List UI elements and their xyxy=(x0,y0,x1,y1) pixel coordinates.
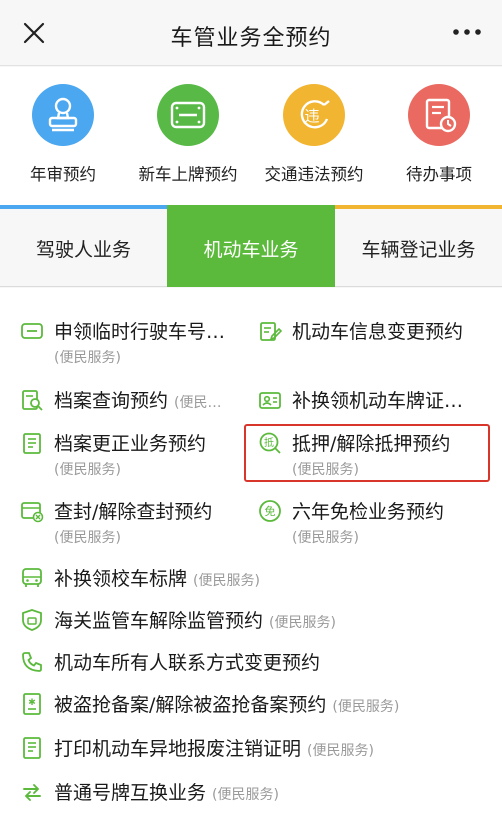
service-label: 档案查询预约 (便民… xyxy=(54,386,221,413)
exempt-icon-glyph: 免 xyxy=(265,504,276,518)
service-label: 机动车信息变更预约 xyxy=(292,321,464,343)
service-label-text: 海关监管车解除监管预约 xyxy=(54,610,264,632)
service-label: 普通号牌互换业务 (便民服务) xyxy=(54,778,279,805)
service-tag: (便民… xyxy=(174,395,222,411)
page-title: 车管业务全预约 xyxy=(170,26,332,51)
tab-vehicle-business[interactable]: 机动车业务 xyxy=(167,205,335,287)
service-tag: (便民服务) xyxy=(307,743,374,759)
service-school-bus-sign[interactable]: 补换领校车标牌 (便民服务) xyxy=(20,564,490,594)
service-sub: (便民服务) xyxy=(54,350,121,366)
quick-service-annual-inspection[interactable]: 年审预约 xyxy=(0,67,126,205)
service-label: 补换领机动车牌证… xyxy=(292,390,464,412)
edit-document-icon xyxy=(258,319,283,343)
print-document-icon xyxy=(20,736,44,760)
tab-driver-business[interactable]: 驾驶人业务 xyxy=(0,205,167,287)
theft-record-icon: ✱ xyxy=(20,692,44,716)
service-label: 打印机动车异地报废注销证明 (便民服务) xyxy=(54,734,374,761)
business-tabs: 驾驶人业务 机动车业务 车辆登记业务 xyxy=(0,205,502,287)
service-label-text: 打印机动车异地报废注销证明 xyxy=(54,738,302,760)
service-sub: (便民服务) xyxy=(292,530,359,546)
tab-stripe xyxy=(0,205,167,209)
service-archive-correction[interactable]: 档案更正业务预约 (便民服务) xyxy=(20,429,246,481)
quick-service-label: 新车上牌预约 xyxy=(138,165,238,184)
quick-service-label: 交通违法预约 xyxy=(264,165,364,184)
service-label: 补换领校车标牌 (便民服务) xyxy=(54,564,260,591)
id-card-icon xyxy=(258,388,282,412)
todo-document-icon xyxy=(408,84,470,146)
tab-label: 机动车业务 xyxy=(203,239,299,261)
service-customs-release[interactable]: 海关监管车解除监管预约 (便民服务) xyxy=(20,606,490,636)
tab-stripe xyxy=(335,205,502,209)
tab-label: 驾驶人业务 xyxy=(35,239,131,261)
service-plate-swap[interactable]: 普通号牌互换业务 (便民服务) xyxy=(20,778,490,808)
quick-service-todo[interactable]: 待办事项 xyxy=(376,67,502,205)
school-bus-icon xyxy=(20,566,44,590)
service-sub: (便民服务) xyxy=(54,530,121,546)
service-tag: (便民服务) xyxy=(332,699,400,715)
service-label-text: 被盗抢备案/解除被盗抢备案预约 xyxy=(54,694,327,716)
quick-service-new-plate[interactable]: 新车上牌预约 xyxy=(125,67,251,205)
service-seizure[interactable]: 查封/解除查封预约 (便民服务) xyxy=(20,497,246,549)
service-tag: (便民服务) xyxy=(193,573,260,589)
service-tag: (便民服务) xyxy=(212,787,279,803)
swap-arrows-icon xyxy=(20,780,44,804)
document-correct-icon xyxy=(20,431,44,455)
quick-service-label: 年审预约 xyxy=(30,165,96,184)
quick-service-traffic-violation[interactable]: 违 交通违法预约 xyxy=(251,67,377,205)
service-label-text: 补换领校车标牌 xyxy=(54,568,188,590)
service-label: 查封/解除查封预约 xyxy=(54,501,213,523)
service-six-year-exemption[interactable]: 免 六年免检业务预约 (便民服务) xyxy=(258,497,498,549)
service-label: 海关监管车解除监管预约 (便民服务) xyxy=(54,606,336,633)
service-label: 六年免检业务预约 xyxy=(292,501,445,523)
seal-car-icon xyxy=(20,499,44,523)
service-sub: (便民服务) xyxy=(54,462,121,478)
service-archive-query[interactable]: 档案查询预约 (便民… xyxy=(20,386,246,416)
customs-shield-icon xyxy=(20,608,44,632)
highlight-box xyxy=(244,424,490,482)
service-plate-certificate-replace[interactable]: 补换领机动车牌证… xyxy=(258,386,498,416)
service-label-text: 档案查询预约 xyxy=(54,390,169,412)
quick-services: 年审预约 新车上牌预约 违 交通违法预约 待办事项 xyxy=(0,67,502,205)
service-label: 申领临时行驶车号… xyxy=(54,321,226,343)
service-owner-contact-change[interactable]: 机动车所有人联系方式变更预约 xyxy=(20,648,490,678)
service-theft-record[interactable]: ✱ 被盗抢备案/解除被盗抢备案预约 (便民服务) xyxy=(20,690,490,720)
service-label-text: 普通号牌互换业务 xyxy=(54,782,207,804)
svg-text:✱: ✱ xyxy=(28,698,36,708)
quick-service-label: 待办事项 xyxy=(406,165,472,184)
temporary-plate-icon xyxy=(20,319,44,343)
exempt-inspection-icon: 免 xyxy=(258,499,282,523)
tab-vehicle-registration[interactable]: 车辆登记业务 xyxy=(335,205,502,287)
more-dots-icon[interactable] xyxy=(452,24,482,40)
service-vehicle-info-change[interactable]: 机动车信息变更预约 xyxy=(258,317,498,369)
service-temporary-plate[interactable]: 申领临时行驶车号… (便民服务) xyxy=(20,317,246,369)
service-tag: (便民服务) xyxy=(269,615,336,631)
tab-label: 车辆登记业务 xyxy=(361,239,476,261)
service-label: 机动车所有人联系方式变更预约 xyxy=(54,652,321,674)
violation-icon: 违 xyxy=(283,84,345,146)
svg-text:违: 违 xyxy=(304,107,319,125)
phone-icon xyxy=(20,650,44,674)
license-plate-icon xyxy=(157,84,219,146)
service-label: 被盗抢备案/解除被盗抢备案预约 (便民服务) xyxy=(54,690,399,717)
top-bar: 车管业务全预约 xyxy=(0,0,502,66)
service-print-scrap-certificate[interactable]: 打印机动车异地报废注销证明 (便民服务) xyxy=(20,734,490,764)
service-label: 档案更正业务预约 xyxy=(54,433,207,455)
archive-search-icon xyxy=(20,388,44,412)
stamp-icon xyxy=(32,84,94,146)
